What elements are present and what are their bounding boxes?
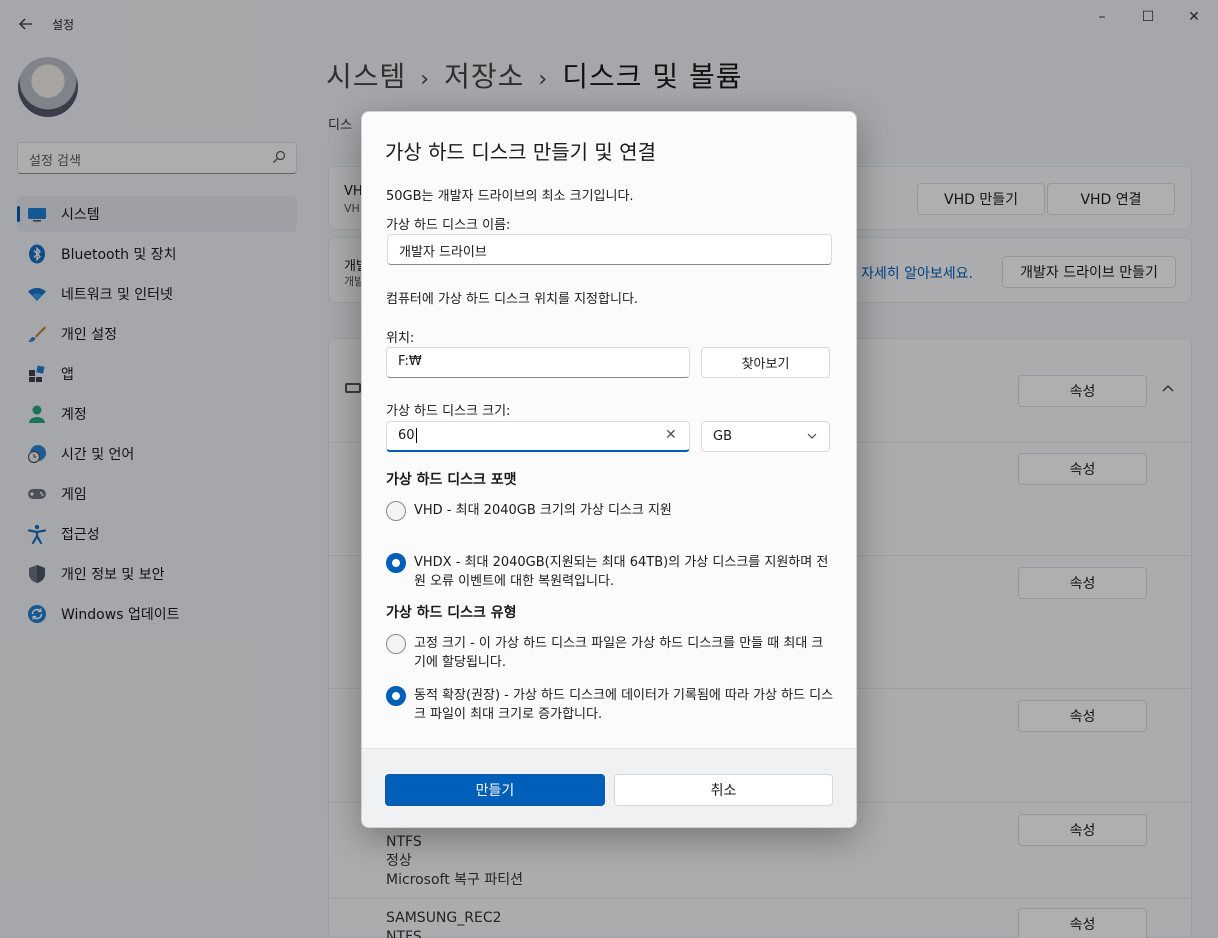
- create-button[interactable]: 만들기: [385, 774, 605, 806]
- chevron-down-icon: [807, 433, 817, 439]
- min-size-note: 50GB는 개발자 드라이브의 최소 크기입니다.: [386, 189, 634, 204]
- type-heading: 가상 하드 디스크 유형: [386, 605, 517, 621]
- type-dynamic-label: 동적 확장(권장) - 가상 하드 디스크에 데이터가 기록됨에 따라 가상 하…: [414, 688, 834, 722]
- location-label: 위치:: [386, 331, 415, 346]
- browse-button[interactable]: 찾아보기: [701, 347, 830, 378]
- format-vhdx-radio[interactable]: [386, 553, 406, 573]
- type-fixed-radio[interactable]: [386, 634, 406, 654]
- format-vhd-label: VHD - 최대 2040GB 크기의 가상 디스크 지원: [414, 503, 672, 518]
- location-input[interactable]: F:₩: [386, 347, 690, 378]
- name-label: 가상 하드 디스크 이름:: [386, 218, 511, 233]
- format-heading: 가상 하드 디스크 포맷: [386, 472, 517, 488]
- format-vhdx-label: VHDX - 최대 2040GB(지원되는 최대 64TB)의 가상 디스크를 …: [414, 555, 829, 589]
- type-fixed-label: 고정 크기 - 이 가상 하드 디스크 파일은 가상 하드 디스크를 만들 때 …: [414, 636, 824, 670]
- location-note: 컴퓨터에 가상 하드 디스크 위치를 지정합니다.: [386, 292, 639, 307]
- type-dynamic-radio[interactable]: [386, 686, 406, 706]
- text-caret: [415, 428, 417, 443]
- size-value: 60: [398, 428, 415, 443]
- create-vhd-dialog: 가상 하드 디스크 만들기 및 연결 50GB는 개발자 드라이브의 최소 크기…: [361, 111, 857, 828]
- vhd-name-input[interactable]: 개발자 드라이브: [387, 234, 832, 265]
- size-label: 가상 하드 디스크 크기:: [386, 404, 511, 419]
- size-unit-select[interactable]: GB: [701, 421, 830, 452]
- size-input[interactable]: 60 ✕: [386, 421, 690, 452]
- clear-icon[interactable]: ✕: [665, 428, 679, 442]
- dialog-title: 가상 하드 디스크 만들기 및 연결: [385, 140, 656, 164]
- cancel-button[interactable]: 취소: [614, 774, 833, 806]
- format-vhd-radio[interactable]: [386, 501, 406, 521]
- size-unit-value: GB: [713, 429, 732, 444]
- dialog-footer: 만들기 취소: [362, 748, 856, 827]
